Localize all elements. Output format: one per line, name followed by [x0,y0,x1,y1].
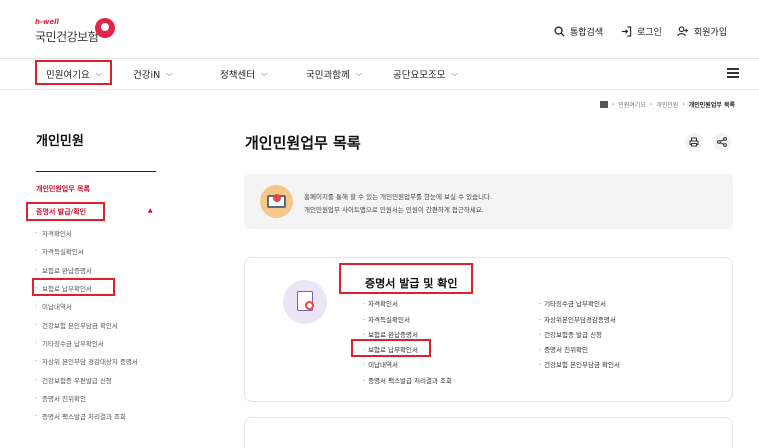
service-link[interactable]: 자격득실확인서 [363,314,410,324]
service-link[interactable]: 기타징수금 납부확인서 [539,298,606,308]
lnb-item[interactable]: 보험료 완납증명서 [35,265,92,275]
page-title: 개인민원업무 목록 [245,134,361,152]
lnb-item[interactable]: 기타징수금 납부확인서 [35,338,104,348]
print-button[interactable] [685,133,703,151]
gnb-item-label: 정책센터 [220,70,255,81]
service-link[interactable]: 증명서 진위확인 [539,344,588,354]
print-icon [689,137,699,147]
gnb-item-together[interactable]: 국민과함께 ⌵ [306,67,362,81]
lnb-item[interactable]: 건강보험 본인부담금 확인서 [35,320,118,330]
gnb-item-label: 건강iN [133,70,161,81]
share-button[interactable] [713,133,731,151]
logo-mark-icon [95,18,115,38]
lnb-item[interactable]: 미납내역서 [35,301,72,311]
breadcrumb-current: 개인민원업무 목록 [688,102,735,109]
caret-up-icon[interactable]: ▲ [148,207,153,214]
service-card [244,417,733,448]
notice-text: 홈페이지를 통해 할 수 있는 개인민원업무를 한눈에 보실 수 있습니다. [304,193,493,201]
breadcrumb-item[interactable]: 개인민원 [656,100,678,109]
lnb-category[interactable]: 개인민원업무 목록 [36,184,90,194]
signup-link-label: 회원가입 [694,27,728,38]
service-link[interactable]: 건강보험증 발급 신청 [539,329,602,339]
site-logo[interactable]: h-well 국민건강보험 [35,18,125,48]
lnb-item[interactable]: 증명서 팩스발급 처리결과 조회 [35,411,126,421]
chevron-down-icon: ⌵ [260,69,268,78]
lnb-title: 개인민원 [36,134,84,149]
search-link[interactable]: 통합검색 [552,24,603,38]
service-link[interactable]: 건강보험 본인부담금 확인서 [539,359,620,369]
service-link[interactable]: 증명서 팩스발급 처리결과 조회 [363,375,452,385]
signup-link[interactable]: 회원가입 [676,24,727,38]
highlight-box [26,202,105,221]
chevron-down-icon: ⌵ [166,69,173,78]
service-link[interactable]: 미납내역서 [363,359,398,369]
gnb-item-policy[interactable]: 정책센터 ⌵ [220,67,267,81]
logo-name: 국민건강보험 [35,30,99,44]
highlight-box [339,263,473,294]
chevron-down-icon: ⌵ [451,69,458,78]
highlight-box [32,278,115,296]
service-card: 증명서 발급 및 확인 자격확인서 자격득실확인서 보험료 완납증명서 보험료 … [244,257,733,402]
chevron-down-icon: ⌵ [355,69,362,78]
gnb-item-label: 국민과함께 [306,70,350,81]
highlight-box [351,339,431,357]
lnb-item[interactable]: 증명서 진위확인 [35,393,86,403]
lnb-item[interactable]: 자격확인서 [35,228,72,238]
computer-pin-icon [260,185,293,218]
gnb-item-label: 공단요모조모 [393,70,446,81]
user-plus-icon [676,24,690,38]
menu-icon[interactable] [727,68,739,78]
search-icon [552,24,566,38]
home-icon[interactable] [599,101,608,108]
service-link[interactable]: 자상위본인부담경감증명서 [539,314,616,324]
service-link[interactable]: 보험료 완납증명서 [363,329,418,339]
lnb-item[interactable]: 자상위 본인부담 경감대상자 증명서 [35,356,138,366]
divider [36,171,156,172]
highlight-box [35,60,112,85]
global-nav: 민원여기요 ⌵ 건강iN ⌵ 정책센터 ⌵ 국민과함께 ⌵ 공단요모조모 ⌵ [0,58,759,90]
site-header: h-well 국민건강보험 통합검색 로그인 회원가입 [0,0,759,58]
search-link-label: 통합검색 [570,27,604,38]
login-icon [619,24,633,38]
notice-text: 개인민원업무 사이트맵으로 민원서는 민원이 간편하게 접근하세요. [304,206,484,214]
login-link[interactable]: 로그인 [619,24,662,38]
gnb-item-about[interactable]: 공단요모조모 ⌵ [393,67,458,81]
login-link-label: 로그인 [637,27,662,38]
breadcrumb-item[interactable]: 민원여기요 [618,100,646,109]
breadcrumb: › 민원여기요 › 개인민원 › 개인민원업무 목록 [599,100,735,109]
notice-box: 홈페이지를 통해 할 수 있는 개인민원업무를 한눈에 보실 수 있습니다. 개… [244,174,733,229]
share-icon [717,137,727,147]
document-search-icon [283,280,327,324]
gnb-item-health[interactable]: 건강iN ⌵ [133,67,172,81]
logo-tagline: h-well [35,18,59,26]
service-link[interactable]: 자격확인서 [363,298,398,308]
lnb-item[interactable]: 자격득실확인서 [35,246,84,256]
lnb-item[interactable]: 건강보험증 우편발급 신청 [35,375,112,385]
